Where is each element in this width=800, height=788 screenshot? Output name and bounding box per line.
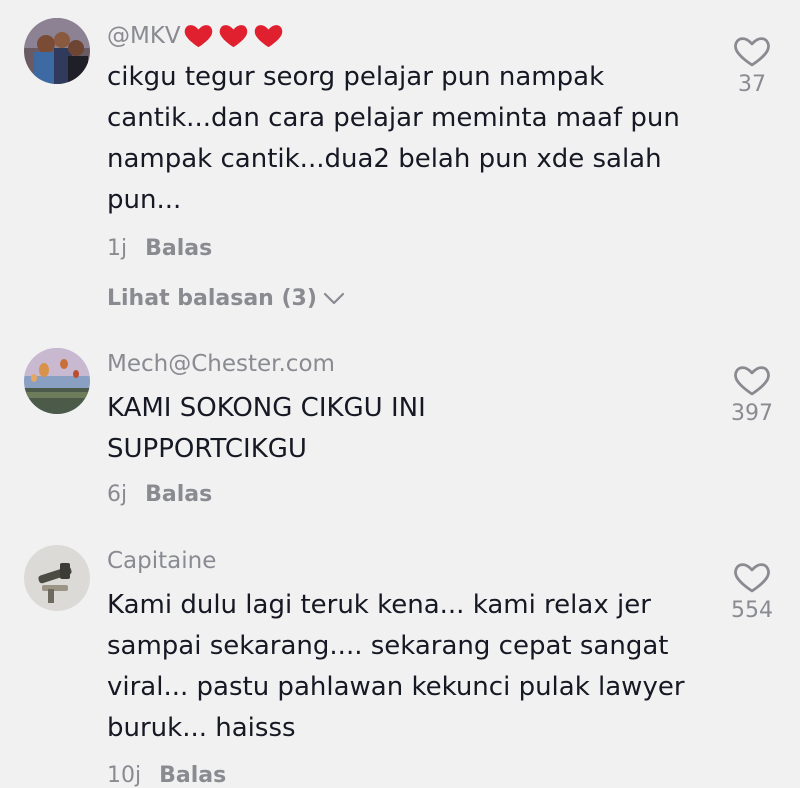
like-count: 397 [731,401,773,426]
username-text: @MKV [107,22,181,49]
red-heart-icon [184,25,212,48]
comment-text: cikgu tegur seorg pelajar pun nampak can… [107,62,680,215]
heart-outline-icon [734,366,770,396]
username-text: Mech@Chester.com [107,351,335,377]
like-count: 554 [731,598,773,623]
like-count: 37 [738,72,766,97]
comment-time: 6j [107,482,128,507]
comment-text: KAMI SOKONG CIKGU INI SUPPORTCIKGU [107,388,707,470]
reply-button[interactable]: Balas [145,482,212,507]
comment-meta: 6j Balas [107,482,212,507]
view-replies-label: Lihat balasan (3) [107,286,317,311]
heart-outline-icon [734,563,770,593]
comment-username[interactable]: @MKV [107,20,288,51]
comment-username[interactable]: Mech@Chester.com [107,351,335,377]
chevron-down-icon [323,292,345,304]
avatar[interactable] [24,348,90,414]
reply-button[interactable]: Balas [145,236,212,261]
like-button[interactable]: 37 [722,34,782,97]
comment-text-line: SUPPORTCIKGU [107,434,307,464]
view-replies-button[interactable]: Lihat balasan (3) [107,286,345,311]
avatar[interactable] [24,545,90,611]
reply-button[interactable]: Balas [159,763,226,788]
comment-username[interactable]: Capitaine [107,548,216,574]
red-heart-icon [219,25,247,48]
heart-outline-icon [734,37,770,67]
comment-time: 10j [107,763,142,788]
comment-text: Kami dulu lagi teruk kena... kami relax … [107,590,685,743]
comment-meta: 10j Balas [107,763,226,788]
comment-meta: 1j Balas [107,236,212,261]
red-heart-icon [254,25,282,48]
avatar[interactable] [24,18,90,84]
username-text: Capitaine [107,548,217,574]
like-button[interactable]: 554 [722,560,782,623]
like-button[interactable]: 397 [722,363,782,426]
comment-time: 1j [107,236,128,261]
username-emoji-group [183,20,288,51]
comment-text-line: KAMI SOKONG CIKGU INI [107,393,426,423]
